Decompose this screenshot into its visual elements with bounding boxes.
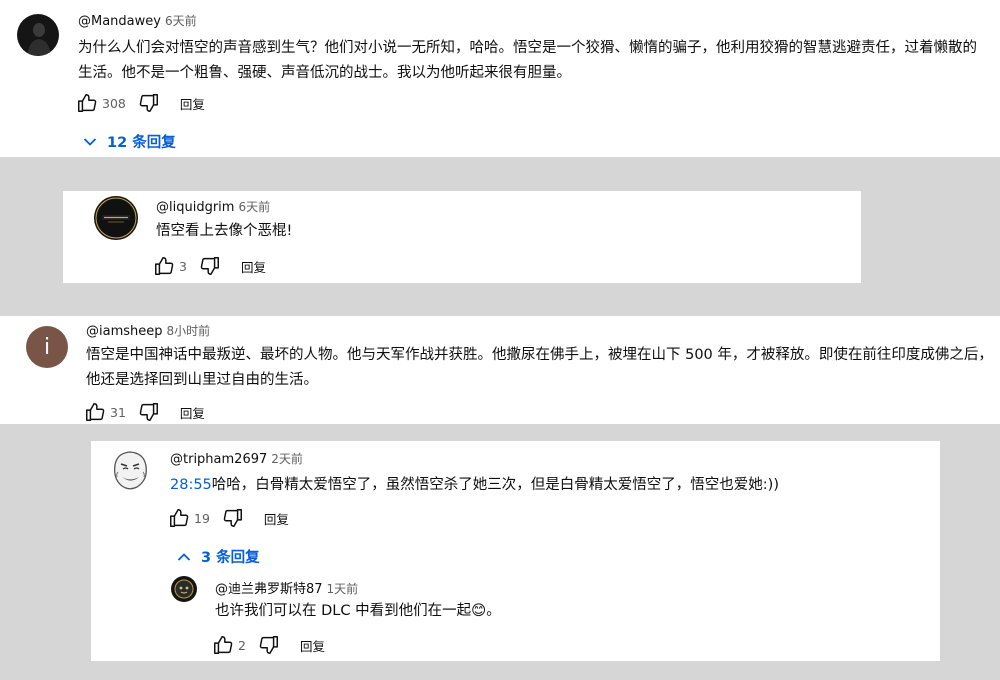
avatar[interactable] [94, 196, 138, 240]
comment-header: @iamsheep 8小时前 [86, 322, 210, 339]
video-timestamp-link[interactable]: 28:55 [170, 477, 212, 493]
thumbs-down-icon[interactable] [222, 507, 244, 529]
timestamp[interactable]: 6天前 [165, 14, 197, 28]
chevron-down-icon [83, 137, 97, 146]
comment-actions: 3 回复 [153, 254, 266, 278]
thumbs-up-icon[interactable] [76, 92, 98, 114]
author-name[interactable]: @Mandawey [78, 14, 161, 29]
timestamp[interactable]: 8小时前 [167, 324, 211, 338]
comment-text: 悟空看上去像个恶棍! [156, 223, 293, 239]
thumbs-down-icon[interactable] [199, 255, 221, 277]
comment-text: 悟空是中国神话中最叛逆、最坏的人物。他与天军作战并获胜。他撒尿在佛手上，被埋在山… [86, 347, 993, 388]
comment-actions: 19 回复 [168, 506, 289, 530]
timestamp[interactable]: 2天前 [271, 452, 303, 466]
avatar[interactable] [171, 576, 197, 602]
thumbs-down-icon[interactable] [138, 92, 160, 114]
chevron-up-icon [177, 552, 191, 561]
like-count: 3 [179, 258, 187, 274]
reply-button[interactable]: 回复 [241, 257, 266, 276]
comment-text-suffix: 。 [486, 603, 501, 619]
thumbs-down-icon[interactable] [258, 634, 280, 656]
comment-text: 为什么人们会对悟空的声音感到生气？他们对小说一无所知，哈哈。悟空是一个狡猾、懒惰… [78, 40, 977, 81]
author-name[interactable]: @liquidgrim [156, 200, 234, 215]
avatar-letter: i [43, 334, 51, 360]
replies-toggle-button[interactable]: 3 条回复 [177, 546, 260, 567]
like-count: 308 [102, 95, 126, 111]
author-name[interactable]: @tripham2697 [170, 452, 267, 467]
like-count: 2 [238, 637, 246, 653]
comment-card: @Mandawey 6天前 为什么人们会对悟空的声音感到生气？他们对小说一无所知，… [0, 0, 1000, 157]
avatar[interactable] [17, 14, 59, 56]
author-name[interactable]: @iamsheep [86, 324, 163, 339]
replies-toggle-label: 3 条回复 [201, 550, 260, 566]
like-count: 19 [194, 510, 210, 526]
reply-button[interactable]: 回复 [300, 636, 325, 655]
comment-actions: 31 回复 [84, 400, 205, 424]
reply-button[interactable]: 回复 [180, 94, 205, 113]
comment-actions: 308 回复 [76, 91, 205, 115]
reply-button[interactable]: 回复 [264, 509, 289, 528]
meme-face-avatar-icon [114, 451, 147, 490]
comment-text-body: 哈哈，白骨精太爱悟空了，虽然悟空杀了她三次，但是白骨精太爱悟空了，悟空也爱她:)… [211, 477, 779, 493]
author-name[interactable]: @迪兰弗罗斯特87 [215, 582, 323, 597]
user-avatar-icon [27, 23, 51, 56]
thumbs-up-icon[interactable] [84, 401, 106, 423]
comment-card: i @iamsheep 8小时前 悟空是中国神话中最叛逆、最坏的人物。他与天军作战… [0, 316, 1000, 424]
thumbs-up-icon[interactable] [168, 507, 190, 529]
comment-header: @tripham2697 2天前 [170, 450, 303, 467]
channel-logo-icon [95, 197, 137, 239]
user-avatar-icon [174, 579, 194, 599]
like-count: 31 [110, 404, 126, 420]
comment-text: 28:55哈哈，白骨精太爱悟空了，虽然悟空杀了她三次，但是白骨精太爱悟空了，悟空… [170, 473, 930, 498]
comment-header: @Mandawey 6天前 [78, 12, 197, 29]
timestamp[interactable]: 6天前 [238, 200, 270, 214]
comment-text-body: 也许我们可以在 DLC 中看到他们在一起 [215, 603, 472, 619]
thumbs-down-icon[interactable] [138, 401, 160, 423]
comment-header: @迪兰弗罗斯特87 1天前 [215, 578, 358, 597]
comment-text: 也许我们可以在 DLC 中看到他们在一起😊。 [215, 599, 915, 624]
avatar[interactable]: i [26, 326, 68, 368]
thumbs-up-icon[interactable] [153, 255, 175, 277]
timestamp[interactable]: 1天前 [327, 582, 359, 596]
comment-header: @liquidgrim 6天前 [156, 198, 270, 215]
reply-button[interactable]: 回复 [180, 403, 205, 422]
comment-actions: 2 回复 [212, 633, 325, 657]
comment-card: @liquidgrim 6天前 悟空看上去像个恶棍! 3 回复 [63, 191, 861, 283]
replies-toggle-button[interactable]: 12 条回复 [83, 131, 176, 152]
comment-card: @tripham2697 2天前 28:55哈哈，白骨精太爱悟空了，虽然悟空杀了她… [91, 441, 940, 661]
replies-toggle-label: 12 条回复 [107, 135, 176, 151]
avatar[interactable] [107, 447, 153, 493]
smiley-emoji-icon: 😊 [471, 603, 487, 619]
thumbs-up-icon[interactable] [212, 634, 234, 656]
